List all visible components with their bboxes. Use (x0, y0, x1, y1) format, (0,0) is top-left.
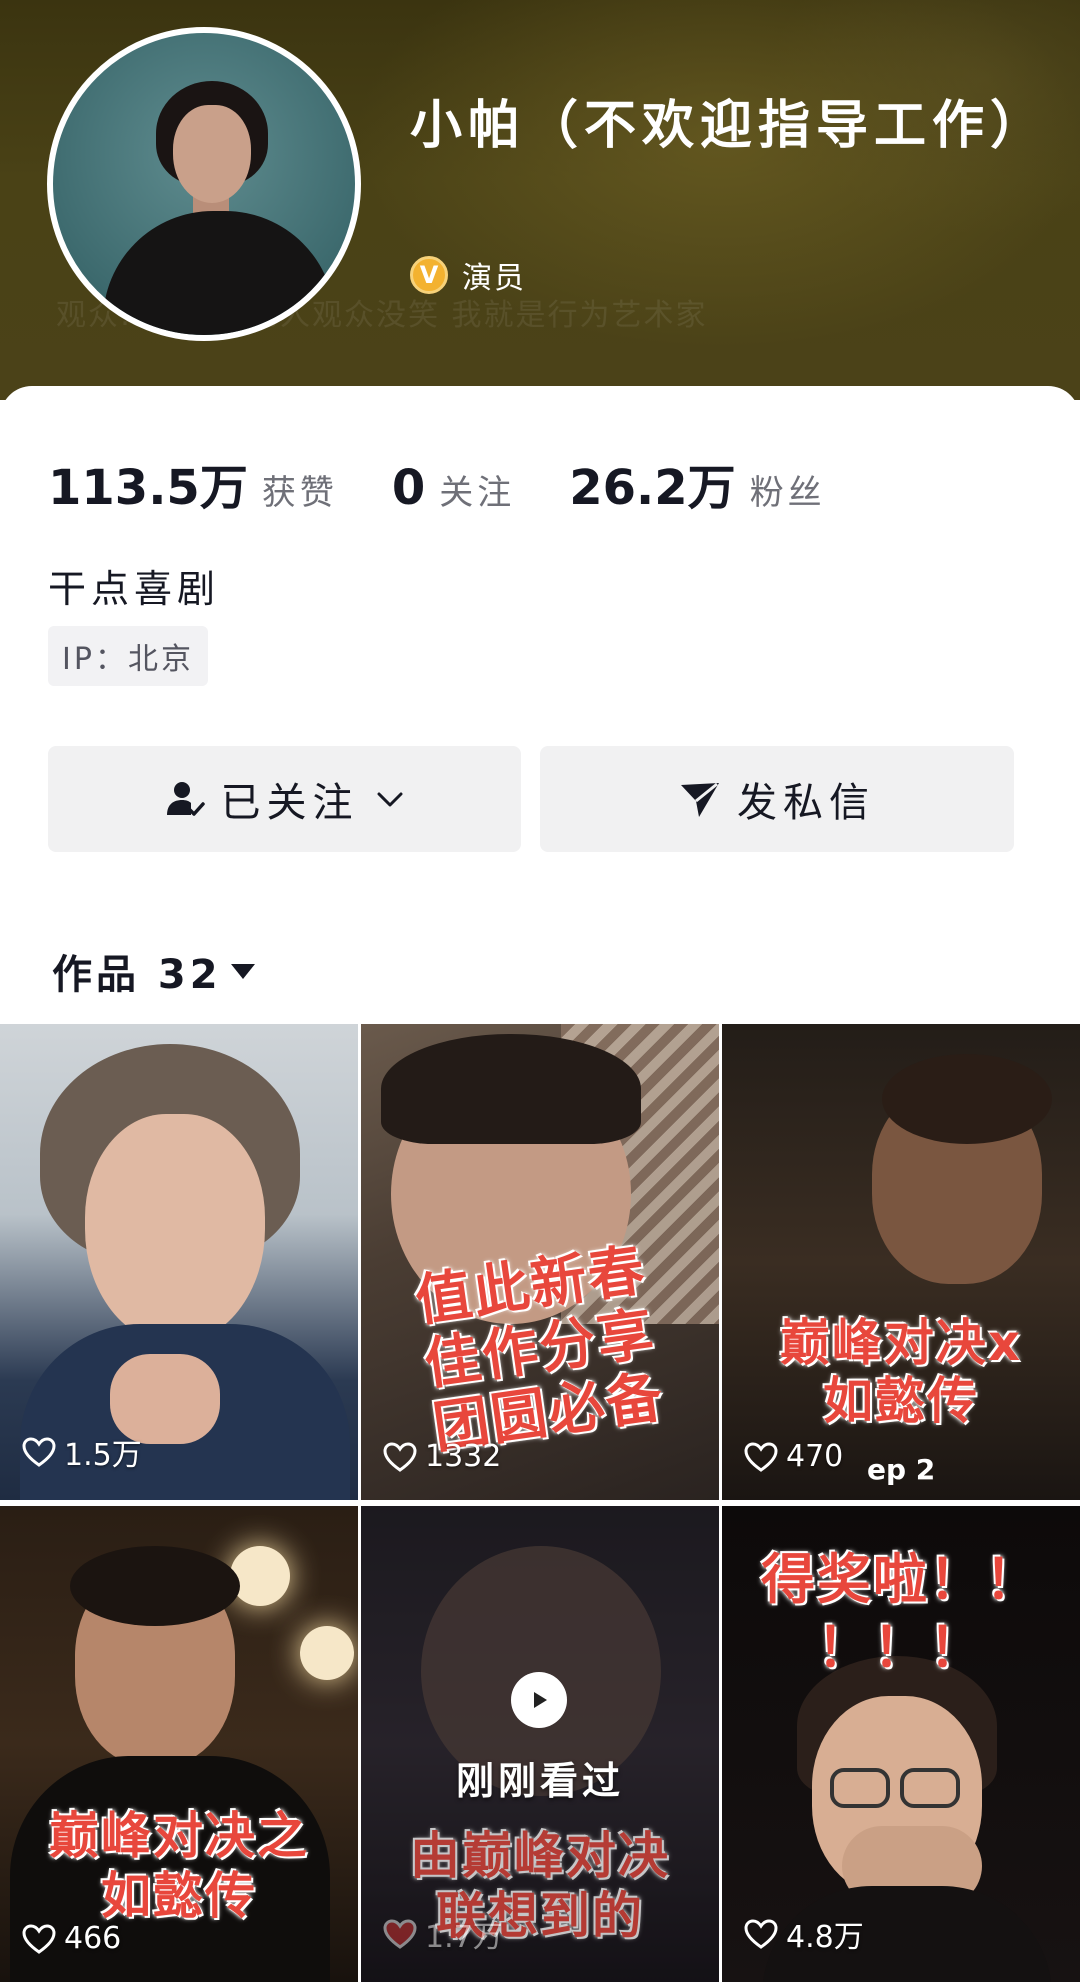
like-count: 1.5万 (22, 1430, 142, 1474)
profile-info-card: 113.5万 获赞 0 关注 26.2万 粉丝 干点喜剧 IP：北京 已关注 发… (0, 386, 1080, 1026)
heart-icon (22, 1437, 56, 1467)
stat-likes-label: 获赞 (261, 473, 338, 513)
video-3-overlay: 巅峰对决x 如懿传 (779, 1314, 1023, 1430)
role-label: 演员 (462, 261, 526, 296)
send-message-label: 发私信 (737, 780, 875, 826)
like-count: 1332 (383, 1439, 501, 1474)
like-count: 4.8万 (744, 1912, 864, 1956)
stat-followers-label: 粉丝 (749, 473, 826, 513)
video-thumbnail-5[interactable]: 由巅峰对决 联想到的 刚刚看过 1.7万 (361, 1506, 719, 1982)
profile-header: 观众…是搞笑艺人观众没笑 我就是行为艺术家 小帕（不欢迎指导工作） V 演员 (0, 0, 1080, 400)
like-count: 466 (22, 1921, 121, 1956)
avatar[interactable] (47, 27, 361, 341)
works-tab-label: 作品 32 (52, 952, 222, 998)
video-thumbnail-6[interactable]: 得奖啦！！ ！！！ 4.8万 (722, 1506, 1080, 1982)
video-4-overlay: 巅峰对决之 如懿传 (49, 1807, 309, 1925)
stats-row: 113.5万 获赞 0 关注 26.2万 粉丝 (48, 448, 880, 518)
user-check-icon (166, 782, 205, 816)
send-icon (681, 782, 719, 817)
video-6-overlay: 得奖啦！！ ！！！ (761, 1548, 1041, 1679)
heart-icon (383, 1441, 417, 1472)
just-watched-label: 刚刚看过 (455, 1759, 624, 1803)
heart-icon (383, 1919, 417, 1949)
stat-likes[interactable]: 113.5万 获赞 (48, 448, 338, 518)
caret-down-icon (230, 964, 255, 979)
stat-likes-value: 113.5万 (48, 460, 248, 516)
episode-tag: ep 2 (867, 1453, 936, 1486)
video-thumbnail-2[interactable]: 值此新春 佳作分享 团圆必备 1332 (361, 1024, 719, 1500)
heart-icon (22, 1923, 56, 1954)
stat-followers[interactable]: 26.2万 粉丝 (569, 448, 825, 518)
verified-badge-icon: V (410, 256, 448, 294)
stat-followers-value: 26.2万 (569, 460, 736, 516)
video-thumbnail-4[interactable]: 巅峰对决之 如懿传 466 (0, 1506, 358, 1982)
play-icon[interactable] (511, 1672, 567, 1728)
send-message-button[interactable]: 发私信 (540, 746, 1014, 852)
heart-icon (744, 1919, 778, 1949)
verified-role: V 演员 (410, 253, 526, 297)
followed-button-label: 已关注 (220, 780, 359, 826)
tab-works[interactable]: 作品 32 (52, 942, 258, 1000)
like-count: 470 (744, 1439, 843, 1474)
video-thumbnail-1[interactable]: 1.5万 (0, 1024, 358, 1500)
profile-name: 小帕（不欢迎指导工作） (410, 96, 1049, 156)
ip-location-tag: IP：北京 (48, 626, 208, 686)
video-thumbnail-3[interactable]: 巅峰对决x 如懿传 ep 2 470 (722, 1024, 1080, 1500)
like-count: 1.7万 (383, 1912, 503, 1956)
bio-text: 干点喜剧 (48, 567, 221, 611)
followed-button[interactable]: 已关注 (48, 746, 521, 852)
stat-following-label: 关注 (439, 473, 516, 513)
chevron-down-icon (377, 792, 402, 807)
heart-icon (744, 1441, 778, 1472)
stat-following-value: 0 (391, 460, 426, 516)
stat-following[interactable]: 0 关注 (392, 460, 515, 516)
